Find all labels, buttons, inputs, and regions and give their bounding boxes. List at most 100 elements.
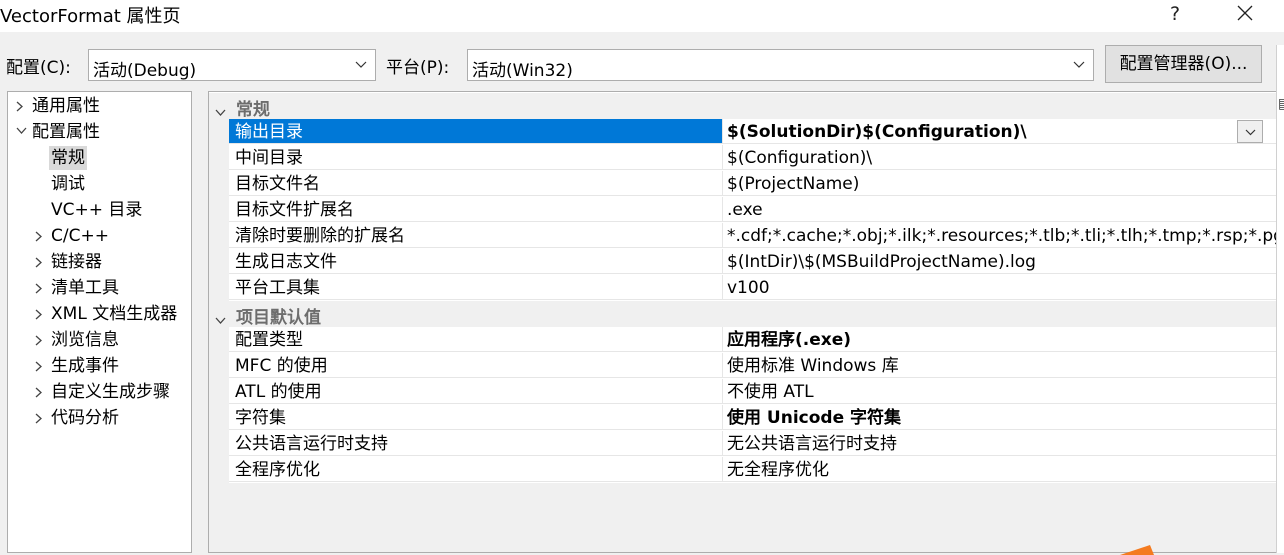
property-row[interactable]: 输出目录 $(SolutionDir)$(Configuration)\ [209, 119, 1276, 145]
chevron-right-icon[interactable] [35, 250, 47, 274]
chevron-right-icon[interactable] [16, 94, 28, 118]
grid-empty-area [209, 483, 1276, 552]
chevron-right-icon[interactable] [35, 276, 47, 300]
property-name[interactable]: 公共语言运行时支持 [229, 431, 723, 456]
tree-item[interactable]: 清单工具 [8, 276, 188, 300]
chevron-down-icon[interactable] [16, 120, 28, 144]
property-name[interactable]: 中间目录 [229, 145, 723, 170]
property-row[interactable]: 目标文件扩展名 .exe [209, 197, 1276, 223]
tree-item[interactable]: 自定义生成步骤 [8, 380, 188, 404]
property-value[interactable]: $(SolutionDir)$(Configuration)\ [723, 119, 1276, 144]
config-label: 配置(C): [6, 58, 71, 78]
tree-item[interactable]: VC++ 目录 [8, 198, 188, 222]
property-row[interactable]: 平台工具集 v100 [209, 275, 1276, 301]
property-name[interactable]: 目标文件扩展名 [229, 197, 723, 222]
row-gutter [209, 327, 229, 353]
title-bar: VectorFormat 属性页 ? [0, 0, 1284, 32]
chevron-right-icon[interactable] [35, 406, 47, 430]
property-row[interactable]: 中间目录 $(Configuration)\ [209, 145, 1276, 171]
chevron-right-icon[interactable] [35, 354, 47, 378]
property-name[interactable]: 平台工具集 [229, 275, 723, 300]
tree-item[interactable]: 链接器 [8, 250, 188, 274]
property-value[interactable]: 使用 Unicode 字符集 [723, 405, 1276, 430]
property-value[interactable]: .exe [723, 197, 1276, 222]
chevron-right-icon[interactable] [35, 380, 47, 404]
row-gutter [209, 119, 229, 145]
row-gutter [209, 431, 229, 457]
value-dropdown-button[interactable] [1237, 120, 1263, 143]
tree-item-label: 清单工具 [51, 278, 119, 298]
property-name[interactable]: 配置类型 [229, 327, 723, 352]
tree-item[interactable]: 代码分析 [8, 406, 188, 430]
tree-item-label: 生成事件 [51, 356, 119, 376]
property-value[interactable]: 无公共语言运行时支持 [723, 431, 1276, 456]
property-row[interactable]: MFC 的使用 使用标准 Windows 库 [209, 353, 1276, 379]
property-name[interactable]: 字符集 [229, 405, 723, 430]
tree-item-label: 常规 [49, 146, 87, 170]
tree-item[interactable]: 通用属性 [8, 94, 188, 118]
tree-item[interactable]: C/C++ [8, 224, 188, 248]
property-value[interactable]: 应用程序(.exe) [723, 327, 1276, 352]
chevron-right-icon[interactable] [35, 224, 47, 248]
property-row[interactable]: 全程序优化 无全程序优化 [209, 457, 1276, 483]
row-gutter [209, 249, 229, 275]
tree-item-label: 代码分析 [51, 408, 119, 428]
chevron-down-icon [1245, 129, 1256, 136]
tree-item[interactable]: 浏览信息 [8, 328, 188, 352]
row-gutter [209, 145, 229, 171]
category-header[interactable]: 项目默认值 [209, 301, 1276, 328]
property-name[interactable]: 输出目录 [229, 119, 723, 144]
property-value[interactable]: 使用标准 Windows 库 [723, 353, 1276, 378]
tree-item[interactable]: 调试 [8, 172, 188, 196]
tree-item-label: 浏览信息 [51, 330, 119, 350]
tree-item-label: 配置属性 [32, 122, 100, 142]
property-value[interactable]: $(IntDir)\$(MSBuildProjectName).log [723, 249, 1276, 274]
property-value[interactable]: $(Configuration)\ [723, 145, 1276, 170]
row-gutter [209, 457, 229, 483]
property-row[interactable]: 配置类型 应用程序(.exe) [209, 327, 1276, 353]
tree-item[interactable]: 生成事件 [8, 354, 188, 378]
tree-item-label: 自定义生成步骤 [51, 382, 170, 402]
property-name[interactable]: ATL 的使用 [229, 379, 723, 404]
property-name[interactable]: 目标文件名 [229, 171, 723, 196]
chevron-right-icon[interactable] [35, 302, 47, 326]
platform-label: 平台(P): [386, 58, 450, 78]
property-row[interactable]: 目标文件名 $(ProjectName) [209, 171, 1276, 197]
tree-item[interactable]: XML 文档生成器 [8, 302, 188, 326]
platform-select[interactable]: 活动(Win32) [467, 49, 1094, 81]
tree-item-label: 通用属性 [32, 96, 100, 116]
property-row[interactable]: 清除时要删除的扩展名 *.cdf;*.cache;*.obj;*.ilk;*.re… [209, 223, 1276, 249]
tree-item-label: 调试 [51, 174, 85, 194]
property-grid: 常规 输出目录 $(SolutionDir)$(Configuration)\ 中间目… [208, 91, 1276, 553]
property-value[interactable]: v100 [723, 275, 1276, 300]
tree-item-label: C/C++ [51, 226, 109, 246]
category-tree: 通用属性配置属性常规调试 VC++ 目录 C/C++ 链接器清单工具 XML 文档生成器… [7, 91, 192, 553]
tree-item-label: XML 文档生成器 [51, 304, 178, 324]
property-value[interactable]: $(ProjectName) [723, 171, 1276, 196]
property-value[interactable]: 无全程序优化 [723, 457, 1276, 482]
property-name[interactable]: MFC 的使用 [229, 353, 723, 378]
property-row[interactable]: ATL 的使用 不使用 ATL [209, 379, 1276, 405]
category-label: 常规 [236, 100, 270, 120]
chevron-down-icon [1073, 61, 1085, 68]
property-row[interactable]: 生成日志文件 $(IntDir)\$(MSBuildProjectName).lo… [209, 249, 1276, 275]
help-button[interactable]: ? [1162, 0, 1188, 28]
property-name[interactable]: 全程序优化 [229, 457, 723, 482]
property-value[interactable]: 不使用 ATL [723, 379, 1276, 404]
row-gutter [209, 275, 229, 301]
tree-item[interactable]: 配置属性 [8, 120, 188, 144]
property-name[interactable]: 生成日志文件 [229, 249, 723, 274]
platform-select-value: 活动(Win32) [472, 61, 573, 81]
config-manager-button[interactable]: 配置管理器(O)... [1105, 45, 1262, 83]
property-name[interactable]: 清除时要删除的扩展名 [229, 223, 723, 248]
config-select[interactable]: 活动(Debug) [88, 49, 376, 81]
clipped-icon: ▤ [1278, 96, 1284, 112]
property-row[interactable]: 公共语言运行时支持 无公共语言运行时支持 [209, 431, 1276, 457]
category-header[interactable]: 常规 [209, 93, 1276, 120]
close-button[interactable] [1230, 0, 1260, 28]
tree-item[interactable]: 常规 [8, 146, 188, 170]
tree-item-label: VC++ 目录 [51, 200, 143, 220]
property-value[interactable]: *.cdf;*.cache;*.obj;*.ilk;*.resources;*.… [723, 223, 1276, 248]
chevron-right-icon[interactable] [35, 328, 47, 352]
property-row[interactable]: 字符集 使用 Unicode 字符集 [209, 405, 1276, 431]
